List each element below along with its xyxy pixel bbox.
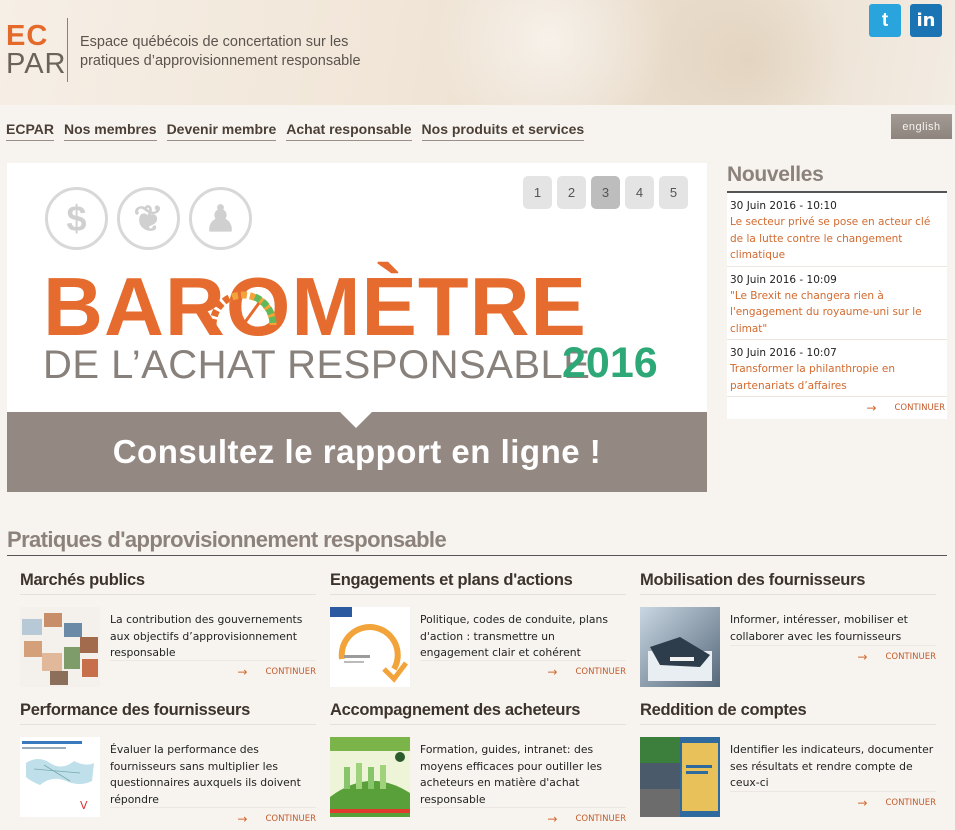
card-more-label: CONTINUER <box>575 667 626 677</box>
card-more-link[interactable]: → CONTINUER <box>420 807 626 826</box>
card-more-label: CONTINUER <box>885 652 936 662</box>
card-engagements: Engagements et plans d'actions Politique… <box>330 571 626 687</box>
guide-cover-icon <box>330 737 410 817</box>
site-tagline: Espace québécois de concertation sur les… <box>80 34 361 69</box>
logo-bottom: PAR <box>6 48 67 80</box>
handshake-photo-icon <box>640 607 720 687</box>
twitter-icon[interactable]: t <box>869 4 901 37</box>
card-more-link[interactable]: → CONTINUER <box>110 807 316 826</box>
card-description: Évaluer la performance des fournisseurs … <box>110 743 301 806</box>
svg-text:V: V <box>80 799 88 812</box>
reddition-thumbnail[interactable] <box>640 737 720 817</box>
document-cover-icon <box>330 607 410 687</box>
card-title[interactable]: Engagements et plans d'actions <box>330 571 626 595</box>
card-title[interactable]: Reddition de comptes <box>640 701 936 725</box>
slider-page-4[interactable]: 4 <box>625 176 654 209</box>
performance-thumbnail[interactable]: V <box>20 737 100 817</box>
site-header: EC PAR Espace québécois de concertation … <box>0 0 955 105</box>
language-button[interactable]: english <box>891 114 952 139</box>
card-more-label: CONTINUER <box>265 667 316 677</box>
slider-page-1[interactable]: 1 <box>523 176 552 209</box>
card-more-label: CONTINUER <box>885 798 936 808</box>
card-more-link[interactable]: → CONTINUER <box>110 660 316 679</box>
card-description: La contribution des gouvernements aux ob… <box>110 613 303 660</box>
card-description: Formation, guides, intranet: des moyens … <box>420 743 602 806</box>
news-date: 30 Juin 2016 - 10:07 <box>730 347 837 359</box>
card-more-label: CONTINUER <box>575 814 626 824</box>
banner-cta-label: Consultez le rapport en ligne ! <box>112 433 602 470</box>
card-accompagnement: Accompagnement des acheteurs Formation, … <box>330 701 626 826</box>
news-date: 30 Juin 2016 - 10:09 <box>730 273 837 286</box>
main-nav: ECPAR Nos membres Devenir membre Achat r… <box>6 121 585 141</box>
arrow-right-icon: → <box>857 650 868 664</box>
slider-page-3[interactable]: 3 <box>591 176 620 209</box>
list-item: 30 Juin 2016 - 10:07 Transformer la phil… <box>727 340 947 397</box>
card-reddition: Reddition de comptes Identifier les indi… <box>640 701 936 817</box>
news-date: 30 Juin 2016 - 10:10 <box>730 200 837 212</box>
photo-collage-icon <box>20 607 100 687</box>
nav-item-ecpar[interactable]: ECPAR <box>6 121 54 141</box>
linkedin-icon[interactable]: in <box>910 4 942 37</box>
banner-notch <box>339 411 373 428</box>
card-performance: Performance des fournisseurs V Évaluer l… <box>20 701 316 826</box>
slider-pager: 1 2 3 4 5 <box>523 176 688 209</box>
gauge-icon <box>209 291 277 326</box>
list-item: 30 Juin 2016 - 10:10 Le secteur privé se… <box>727 193 947 267</box>
news-more-label: CONTINUER <box>894 403 945 413</box>
leaf-icon: ❦ <box>117 187 180 250</box>
card-description: Informer, intéresser, mobiliser et colla… <box>730 613 908 643</box>
news-title: Nouvelles <box>727 163 947 193</box>
arrow-right-icon: → <box>547 665 558 679</box>
world-map-report-icon: V <box>20 737 100 817</box>
banner-year: 2016 <box>562 339 658 387</box>
card-more-link[interactable]: → CONTINUER <box>420 660 626 679</box>
news-link[interactable]: Le secteur privé se pose en acteur clé d… <box>730 214 944 264</box>
nav-item-nos-membres[interactable]: Nos membres <box>63 121 157 141</box>
news-more-link[interactable]: → CONTINUER <box>727 397 947 419</box>
banner-subtitle: DE L’ACHAT RESPONSABLE <box>43 343 591 387</box>
news-link[interactable]: "Le Brexit ne changera rien à l'engageme… <box>730 288 944 338</box>
ecpar-logo[interactable]: EC PAR <box>6 20 67 80</box>
arrow-right-icon: → <box>866 401 877 415</box>
news-panel: Nouvelles 30 Juin 2016 - 10:10 Le secteu… <box>727 163 947 419</box>
card-more-label: CONTINUER <box>265 814 316 824</box>
logo-top: EC <box>6 20 49 52</box>
card-title[interactable]: Mobilisation des fournisseurs <box>640 571 936 595</box>
banner-title: BAROMÈTRE <box>43 260 587 353</box>
engagements-thumbnail[interactable] <box>330 607 410 687</box>
card-title[interactable]: Performance des fournisseurs <box>20 701 316 725</box>
card-title[interactable]: Marchés publics <box>20 571 316 595</box>
slider-page-2[interactable]: 2 <box>557 176 586 209</box>
card-description: Identifier les indicateurs, documenter s… <box>730 743 934 790</box>
logo-divider <box>67 18 68 82</box>
list-item: 30 Juin 2016 - 10:09 "Le Brexit ne chang… <box>727 267 947 340</box>
card-more-link[interactable]: → CONTINUER <box>730 645 936 664</box>
marches-publics-thumbnail[interactable] <box>20 607 100 687</box>
card-mobilisation: Mobilisation des fournisseurs Informer, … <box>640 571 936 687</box>
nav-item-produits-services[interactable]: Nos produits et services <box>421 121 585 141</box>
arrow-right-icon: → <box>237 665 248 679</box>
practices-title: Pratiques d'approvisionnement responsabl… <box>7 527 947 556</box>
banner-slider[interactable]: $ ❦ ♟ 1 2 3 4 5 BAROMÈTRE DE L’ACHAT RES… <box>7 163 707 492</box>
card-description: Politique, codes de conduite, plans d'ac… <box>420 613 608 660</box>
report-cover-icon <box>640 737 720 817</box>
nav-item-achat-responsable[interactable]: Achat responsable <box>286 121 412 141</box>
news-list: 30 Juin 2016 - 10:10 Le secteur privé se… <box>727 193 947 419</box>
arrow-right-icon: → <box>547 812 558 826</box>
card-marches-publics: Marchés publics La contribution des gouv… <box>20 571 316 687</box>
slider-page-5[interactable]: 5 <box>659 176 688 209</box>
nav-item-devenir-membre[interactable]: Devenir membre <box>166 121 277 141</box>
news-link[interactable]: Transformer la philanthropie en partenar… <box>730 361 944 394</box>
accompagnement-thumbnail[interactable] <box>330 737 410 817</box>
card-title[interactable]: Accompagnement des acheteurs <box>330 701 626 725</box>
arrow-right-icon: → <box>857 796 868 810</box>
banner-icons: $ ❦ ♟ <box>45 187 252 250</box>
arrow-right-icon: → <box>237 812 248 826</box>
dollar-icon: $ <box>45 187 108 250</box>
mobilisation-thumbnail[interactable] <box>640 607 720 687</box>
card-more-link[interactable]: → CONTINUER <box>730 791 936 810</box>
person-icon: ♟ <box>189 187 252 250</box>
